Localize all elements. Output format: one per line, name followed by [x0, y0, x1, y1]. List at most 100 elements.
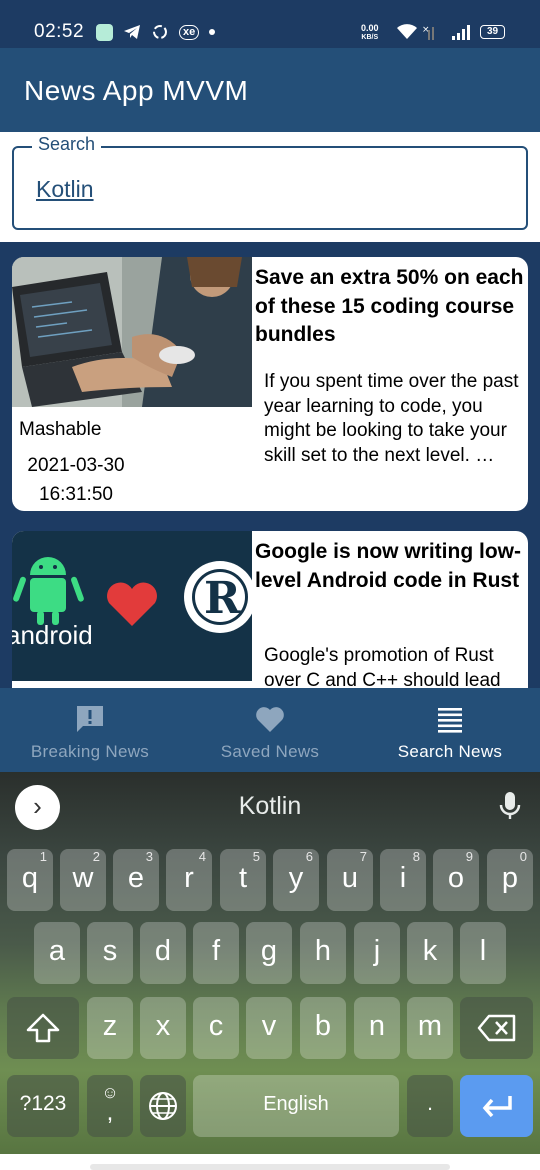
- key-g[interactable]: g: [246, 922, 292, 984]
- key-q[interactable]: q1: [7, 849, 53, 911]
- signal-icon: ×: [422, 25, 470, 40]
- notification-icons: xe: [96, 23, 216, 41]
- nav-saved-news[interactable]: Saved News: [180, 688, 360, 772]
- key-z[interactable]: z: [87, 997, 133, 1059]
- period-key[interactable]: .: [407, 1075, 453, 1137]
- key-o[interactable]: o9: [433, 849, 479, 911]
- key-hint: 2: [92, 849, 100, 864]
- article-description: Google's promotion of Rust over C and C+…: [264, 645, 501, 688]
- article-description: If you spent time over the past year lea…: [264, 371, 519, 466]
- key-e[interactable]: e3: [113, 849, 159, 911]
- gesture-bar-area: [0, 1154, 540, 1170]
- globe-icon: [149, 1092, 177, 1120]
- key-hint: 8: [412, 849, 420, 864]
- key-hint: 5: [252, 849, 260, 864]
- key-j[interactable]: j: [354, 922, 400, 984]
- key-hint: 7: [359, 849, 367, 864]
- key-label: e: [127, 862, 145, 894]
- key-a[interactable]: a: [34, 922, 80, 984]
- key-hint: 1: [39, 849, 47, 864]
- heart-icon: [256, 707, 284, 732]
- key-m[interactable]: m: [407, 997, 453, 1059]
- android-wordmark: android: [12, 620, 93, 650]
- article-card[interactable]: android R Google is now writing low-leve…: [12, 531, 528, 688]
- emoji-comma-key[interactable]: ☺ ,: [87, 1075, 133, 1137]
- telegram-icon: [124, 25, 140, 39]
- space-bar[interactable]: English: [193, 1075, 399, 1137]
- key-u[interactable]: u7: [327, 849, 373, 911]
- search-input-value[interactable]: Kotlin: [36, 176, 94, 203]
- search-label: Search: [32, 134, 102, 155]
- app-title: News App MVVM: [24, 75, 249, 106]
- key-r[interactable]: r4: [166, 849, 212, 911]
- key-s[interactable]: s: [87, 922, 133, 984]
- search-area: Search Kotlin: [0, 132, 540, 242]
- shift-icon: [26, 1013, 60, 1043]
- key-label: w: [72, 862, 94, 894]
- key-t[interactable]: t5: [220, 849, 266, 911]
- key-f[interactable]: f: [193, 922, 239, 984]
- key-n[interactable]: n: [354, 997, 400, 1059]
- gesture-handle[interactable]: [90, 1164, 450, 1170]
- xe-icon: xe: [179, 24, 200, 40]
- key-w[interactable]: w2: [60, 849, 106, 911]
- feedback-exclamation-icon: [77, 706, 103, 732]
- rust-logo-letter: R: [204, 573, 241, 624]
- article-title: Save an extra 50% on each of these 15 co…: [255, 266, 524, 346]
- symbols-key[interactable]: ?123: [7, 1075, 79, 1137]
- article-title: Google is now writing low-level Android …: [255, 540, 521, 592]
- status-time: 02:52: [34, 21, 85, 42]
- nav-breaking-news[interactable]: Breaking News: [0, 688, 180, 772]
- list-lines-icon: [438, 708, 462, 733]
- nav-saved-news-label: Saved News: [220, 742, 320, 761]
- key-x[interactable]: x: [140, 997, 186, 1059]
- key-y[interactable]: y6: [273, 849, 319, 911]
- key-label: t: [238, 862, 248, 894]
- language-switch-key[interactable]: [140, 1075, 186, 1137]
- article-source: Mashable: [19, 419, 102, 440]
- article-card[interactable]: Mashable 2021-03-30 16:31:50 Save an ext…: [12, 257, 528, 511]
- key-k[interactable]: k: [407, 922, 453, 984]
- key-i[interactable]: i8: [380, 849, 426, 911]
- key-hint: 3: [145, 849, 153, 864]
- shift-key[interactable]: [7, 997, 79, 1059]
- network-speed-value: 0.00: [361, 23, 379, 33]
- key-d[interactable]: d: [140, 922, 186, 984]
- keyboard-suggestion[interactable]: Kotlin: [0, 792, 540, 821]
- key-p[interactable]: p0: [487, 849, 533, 911]
- search-input[interactable]: Search Kotlin: [12, 134, 528, 230]
- enter-key[interactable]: [460, 1075, 533, 1137]
- key-v[interactable]: v: [246, 997, 292, 1059]
- key-l[interactable]: l: [460, 922, 506, 984]
- soft-keyboard: › Kotlin q1 w2 e3 r4 t5 y6 u7 i8 o9 p0 a…: [0, 772, 540, 1154]
- key-h[interactable]: h: [300, 922, 346, 984]
- battery-icon: 39: [480, 25, 505, 39]
- app-bar: News App MVVM: [0, 48, 540, 132]
- article-published-at: 2021-03-30 16:31:50: [12, 451, 140, 509]
- nav-search-news-label: Search News: [397, 742, 503, 761]
- key-label: p: [501, 862, 519, 894]
- article-image: android R: [12, 531, 252, 681]
- keyboard-suggestion-strip: › Kotlin: [0, 772, 540, 842]
- key-hint: 0: [519, 849, 527, 864]
- key-hint: 4: [198, 849, 206, 864]
- network-speed-unit: KB/S: [361, 34, 379, 41]
- backspace-key[interactable]: [460, 997, 533, 1059]
- microphone-icon[interactable]: [498, 790, 522, 822]
- wifi-icon: [397, 24, 417, 39]
- article-image: [12, 257, 252, 407]
- comma-label: ,: [106, 1099, 114, 1126]
- key-b[interactable]: b: [300, 997, 346, 1059]
- key-label: r: [184, 862, 194, 894]
- articles-list[interactable]: Mashable 2021-03-30 16:31:50 Save an ext…: [0, 242, 540, 688]
- enter-arrow-icon: [482, 1096, 512, 1118]
- key-hint: 9: [465, 849, 473, 864]
- nav-breaking-news-label: Breaking News: [30, 742, 150, 761]
- sync-icon: [153, 25, 167, 39]
- key-label: q: [21, 862, 39, 894]
- article-time: 16:31:50: [39, 484, 113, 505]
- key-label: i: [399, 862, 407, 894]
- key-c[interactable]: c: [193, 997, 239, 1059]
- key-label: y: [288, 862, 304, 894]
- nav-search-news[interactable]: Search News: [360, 688, 540, 772]
